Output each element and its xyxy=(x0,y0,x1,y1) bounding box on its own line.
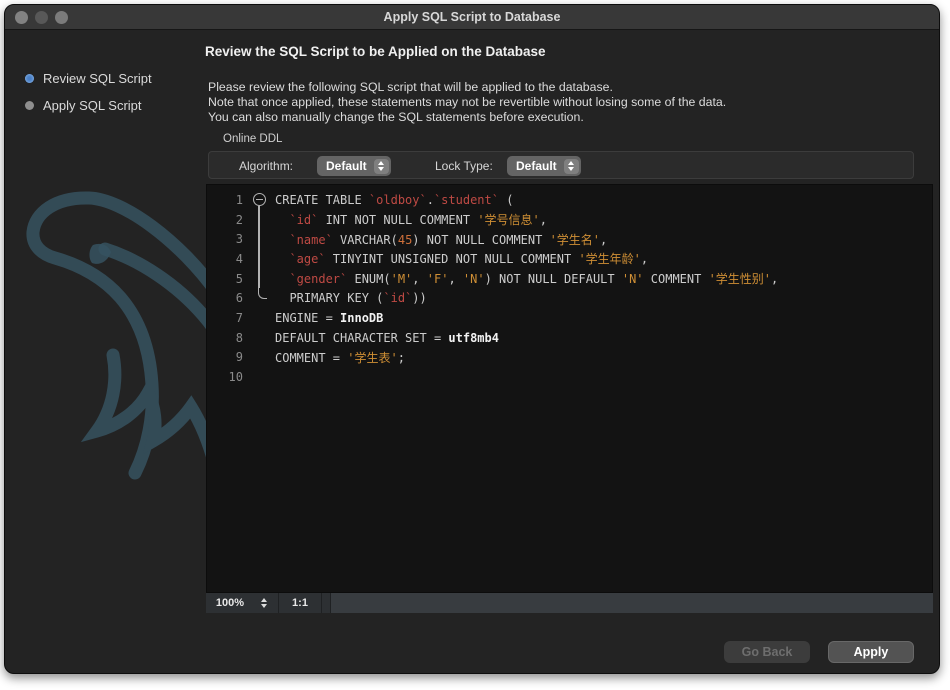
sql-editor[interactable]: 1 CREATE TABLE `oldboy`.`student` ( 2 `id`… xyxy=(206,184,933,593)
editor-status-bar: 100% 1:1 xyxy=(206,593,933,613)
lock-type-label: Lock Type: xyxy=(435,159,493,173)
traffic-lights xyxy=(15,11,68,24)
fold-gutter xyxy=(243,328,275,348)
line-number: 1 xyxy=(207,193,243,207)
line-number: 6 xyxy=(207,291,243,305)
lock-type-value: Default xyxy=(507,159,564,173)
fold-collapse-icon[interactable] xyxy=(243,190,275,210)
close-button-icon[interactable] xyxy=(15,11,28,24)
code-text: `gender` ENUM('M', 'F', 'N') NOT NULL DE… xyxy=(275,270,778,287)
wizard-step-1: Review SQL Script xyxy=(25,69,205,87)
cursor-position: 1:1 xyxy=(283,597,317,609)
description-text: Please review the following SQL script t… xyxy=(208,80,726,125)
code-line-4: 4 `age` TINYINT UNSIGNED NOT NULL COMMEN… xyxy=(207,249,932,269)
zoom-stepper-icon[interactable] xyxy=(254,598,274,608)
description-line: You can also manually change the SQL sta… xyxy=(208,110,726,125)
step-dot-icon xyxy=(25,101,34,110)
window-title: Apply SQL Script to Database xyxy=(384,10,561,24)
fold-guide-end xyxy=(243,288,275,308)
fold-guide-line xyxy=(243,210,275,230)
algorithm-value: Default xyxy=(317,159,374,173)
lock-type-dropdown[interactable]: Default xyxy=(507,156,581,176)
code-line-9: 9 COMMENT = '学生表'; xyxy=(207,348,932,368)
wizard-step-2: Apply SQL Script xyxy=(25,96,205,114)
code-line-3: 3 `name` VARCHAR(45) NOT NULL COMMENT '学… xyxy=(207,229,932,249)
scrollbar-track[interactable] xyxy=(330,593,933,613)
code-line-2: 2 `id` INT NOT NULL COMMENT '学号信息', xyxy=(207,210,932,230)
line-number: 2 xyxy=(207,213,243,227)
mysql-dolphin-watermark-icon xyxy=(5,185,220,485)
wizard-steps: Review SQL Script Apply SQL Script xyxy=(25,69,205,123)
wizard-step-label: Apply SQL Script xyxy=(43,98,142,113)
fold-guide-line xyxy=(243,229,275,249)
code-text: `age` TINYINT UNSIGNED NOT NULL COMMENT … xyxy=(275,250,648,267)
code-line-7: 7 ENGINE = InnoDB xyxy=(207,308,932,328)
fold-gutter xyxy=(243,348,275,368)
fold-gutter xyxy=(243,367,275,387)
chevron-up-down-icon xyxy=(374,159,389,174)
fold-gutter xyxy=(243,308,275,328)
active-step-dot-icon xyxy=(25,74,34,83)
status-divider xyxy=(278,593,279,613)
title-bar: Apply SQL Script to Database xyxy=(5,5,939,30)
wizard-step-label: Review SQL Script xyxy=(43,71,152,86)
code-text: `name` VARCHAR(45) NOT NULL COMMENT '学生名… xyxy=(275,231,607,248)
chevron-up-down-icon xyxy=(564,159,579,174)
apply-button[interactable]: Apply xyxy=(828,641,914,663)
code-text: `id` INT NOT NULL COMMENT '学号信息', xyxy=(275,211,547,228)
zoom-level: 100% xyxy=(206,597,254,609)
page-title: Review the SQL Script to be Applied on t… xyxy=(205,44,546,59)
zoom-button-icon[interactable] xyxy=(55,11,68,24)
fold-guide-line xyxy=(243,269,275,289)
code-line-8: 8 DEFAULT CHARACTER SET = utf8mb4 xyxy=(207,328,932,348)
minimize-button-icon[interactable] xyxy=(35,11,48,24)
line-number: 8 xyxy=(207,331,243,345)
code-lines: 1 CREATE TABLE `oldboy`.`student` ( 2 `id`… xyxy=(207,190,932,387)
online-ddl-groupbox: Algorithm: Default Lock Type: Default xyxy=(208,151,914,179)
line-number: 4 xyxy=(207,252,243,266)
code-text: DEFAULT CHARACTER SET = utf8mb4 xyxy=(275,331,499,345)
algorithm-label: Algorithm: xyxy=(239,159,293,173)
online-ddl-group-label: Online DDL xyxy=(223,133,282,145)
line-number: 10 xyxy=(207,370,243,384)
line-number: 5 xyxy=(207,272,243,286)
line-number: 9 xyxy=(207,350,243,364)
code-line-1: 1 CREATE TABLE `oldboy`.`student` ( xyxy=(207,190,932,210)
description-line: Please review the following SQL script t… xyxy=(208,80,726,95)
status-divider xyxy=(321,593,322,613)
description-line: Note that once applied, these statements… xyxy=(208,95,726,110)
algorithm-dropdown[interactable]: Default xyxy=(317,156,391,176)
code-text: CREATE TABLE `oldboy`.`student` ( xyxy=(275,193,513,207)
code-text: ENGINE = InnoDB xyxy=(275,311,383,325)
code-line-5: 5 `gender` ENUM('M', 'F', 'N') NOT NULL … xyxy=(207,269,932,289)
line-number: 7 xyxy=(207,311,243,325)
code-text: PRIMARY KEY (`id`)) xyxy=(275,291,427,305)
line-number: 3 xyxy=(207,232,243,246)
go-back-button[interactable]: Go Back xyxy=(724,641,810,663)
apply-sql-script-dialog: Apply SQL Script to Database Review SQL … xyxy=(4,4,940,674)
code-line-6: 6 PRIMARY KEY (`id`)) xyxy=(207,288,932,308)
fold-guide-line xyxy=(243,249,275,269)
code-line-10: 10 xyxy=(207,367,932,387)
code-text: COMMENT = '学生表'; xyxy=(275,349,405,366)
